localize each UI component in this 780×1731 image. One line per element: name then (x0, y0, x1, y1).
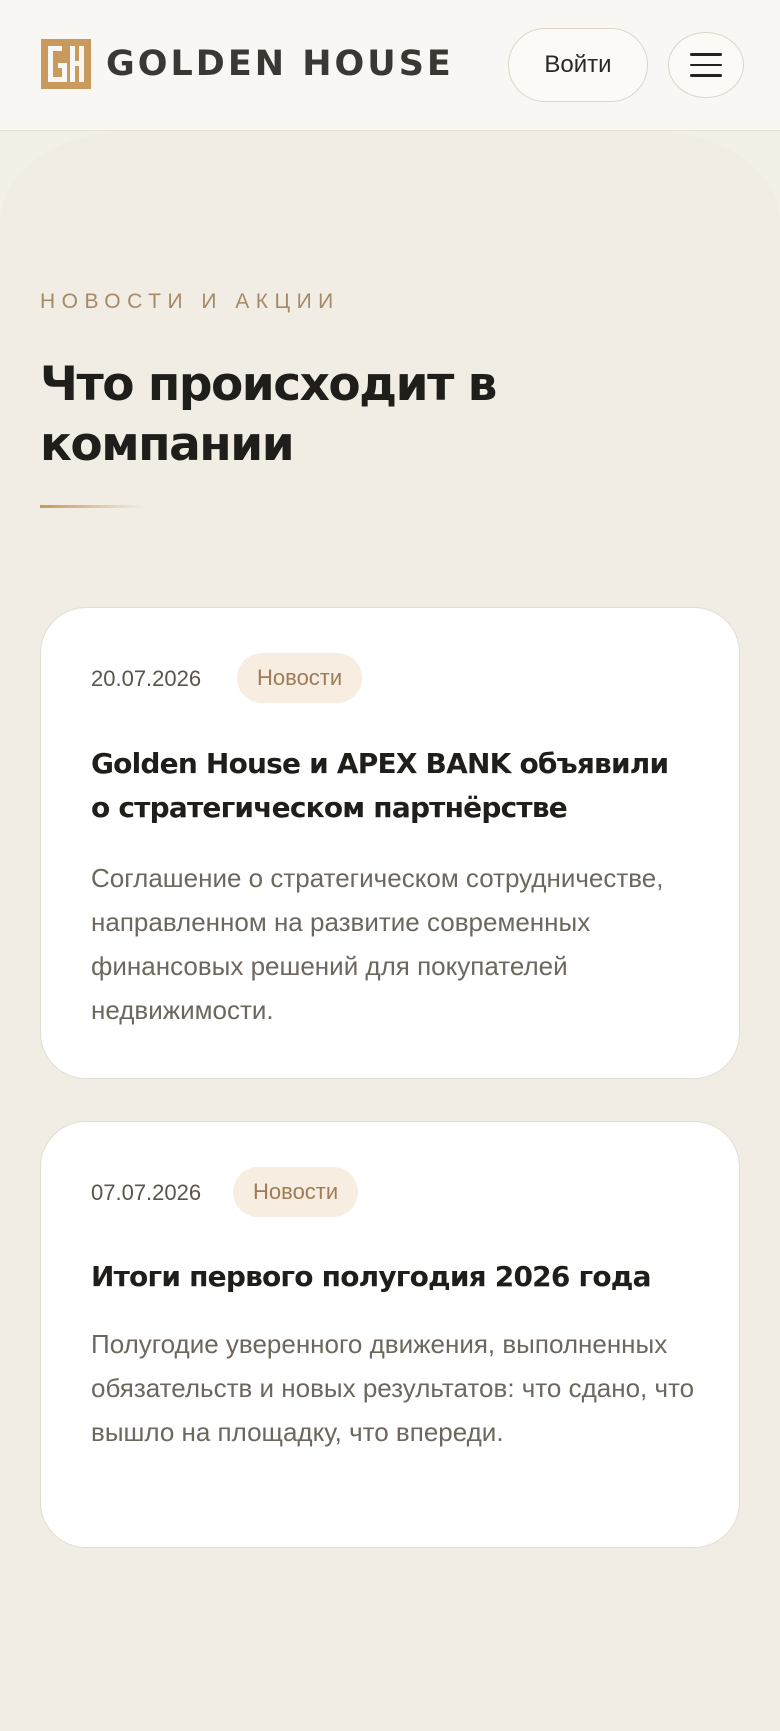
site-header: GOLDEN HOUSE Войти (0, 0, 780, 131)
news-title[interactable]: Итоги первого полугодия 2026 года (91, 1255, 691, 1299)
title-accent-divider (40, 505, 144, 508)
news-date: 07.07.2026 (91, 1180, 202, 1205)
news-summary: Соглашение о стратегическом сотрудничест… (91, 863, 664, 1025)
menu-bar (690, 74, 722, 77)
menu-bar (690, 53, 722, 56)
news-card[interactable]: 20.07.2026 Новости Golden House и APEX B… (40, 607, 740, 1079)
hamburger-menu-icon[interactable] (668, 32, 744, 98)
section-title: Что происходит в компании (40, 357, 497, 472)
logo-wordmark[interactable]: GOLDEN HOUSE (106, 42, 454, 86)
news-category-badge: Новости (237, 653, 363, 703)
news-category-badge: Новости (233, 1167, 359, 1217)
golden-house-logo-icon[interactable] (40, 38, 92, 90)
login-button[interactable]: Войти (508, 28, 648, 102)
section-eyebrow: НОВОСТИ И АКЦИИ (40, 290, 340, 313)
menu-bar (690, 63, 722, 67)
news-summary: Полугодие уверенного движения, выполненн… (91, 1329, 695, 1447)
news-date: 20.07.2026 (91, 666, 202, 691)
news-card[interactable]: 07.07.2026 Новости Итоги первого полугод… (40, 1121, 740, 1548)
news-title[interactable]: Golden House и APEX BANK объявили о стра… (91, 742, 691, 830)
